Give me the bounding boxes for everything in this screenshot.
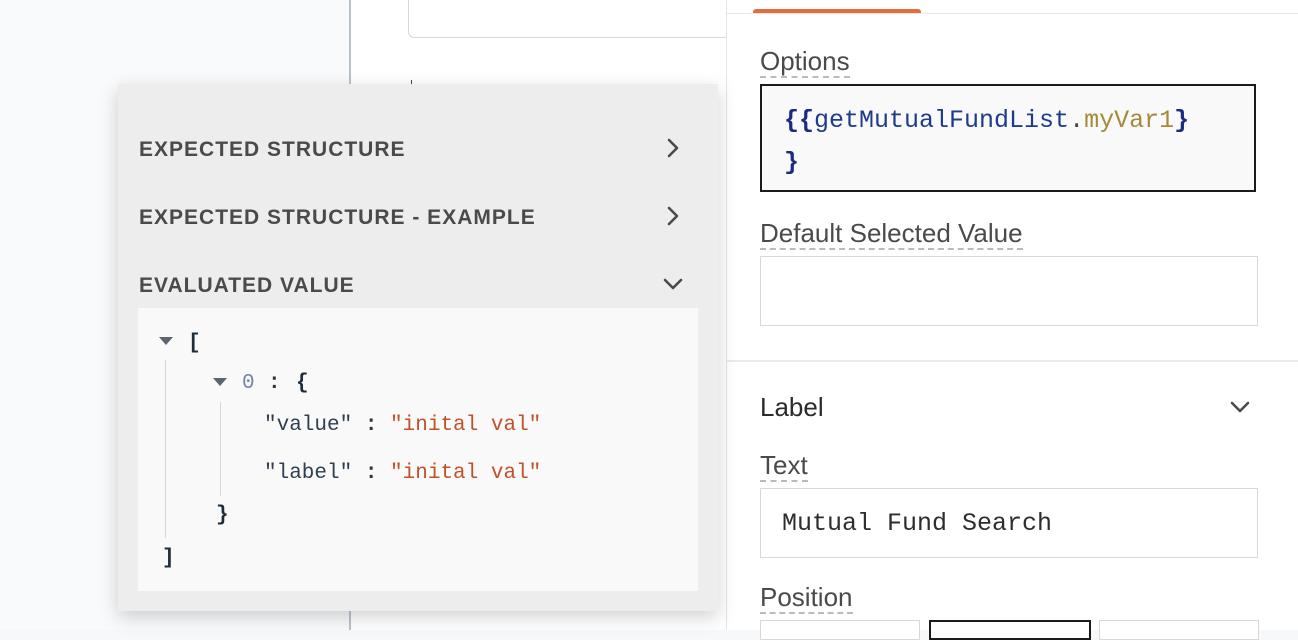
canvas-widget-box[interactable] <box>408 0 730 38</box>
options-label: Options <box>760 46 850 78</box>
code-open-brace: {{ <box>784 106 815 135</box>
chevron-right-icon <box>667 206 679 226</box>
code-property-name: myVar1 <box>1084 106 1175 135</box>
tree-guide-line <box>220 402 221 496</box>
tree-colon: : <box>364 414 378 437</box>
chevron-down-icon[interactable] <box>1227 394 1253 420</box>
tree-key: "label" <box>264 462 353 485</box>
code-close-brace-2: } <box>784 148 800 177</box>
position-label: Position <box>760 582 853 614</box>
code-close-brace: } <box>1174 106 1190 135</box>
evaluated-value-tree: [ 0 : { "value" : "inital val" "label" :… <box>138 308 698 591</box>
section-divider <box>727 360 1298 362</box>
label-section-heading[interactable]: Label <box>760 392 824 423</box>
array-item-index: 0 <box>242 372 255 395</box>
chevron-down-icon <box>663 278 683 290</box>
tree-colon: : <box>364 462 378 485</box>
options-code-line-2: } <box>784 142 1254 184</box>
array-close-bracket: ] <box>162 547 175 570</box>
tree-string-value: "inital val" <box>390 414 542 437</box>
code-dot: . <box>1069 106 1085 135</box>
position-option-selected[interactable] <box>929 620 1091 640</box>
object-open-brace: { <box>296 372 309 395</box>
array-open-bracket: [ <box>188 332 201 355</box>
accordion-expected-structure-example[interactable]: EXPECTED STRUCTURE - EXAMPLE <box>139 196 699 236</box>
tree-key: "value" <box>264 414 353 437</box>
tree-string-value: "inital val" <box>390 462 542 485</box>
default-selected-value-input[interactable] <box>760 256 1258 326</box>
tree-row-label: "label" : "inital val" <box>264 462 541 485</box>
tab-divider <box>727 13 1298 14</box>
options-code-editor[interactable]: {{getMutualFundList.myVar1} } <box>760 84 1256 192</box>
tree-guide-line <box>165 360 166 538</box>
position-option-right[interactable] <box>1099 620 1259 640</box>
accordion-evaluated-value[interactable]: EVALUATED VALUE <box>139 264 699 304</box>
code-object-name: getMutualFundList <box>814 106 1070 135</box>
tree-row-value: "value" : "inital val" <box>264 414 541 437</box>
evaluated-value-popover: EXPECTED STRUCTURE EXPECTED STRUCTURE - … <box>118 84 718 611</box>
tree-colon: : <box>268 372 281 395</box>
accordion-title: EXPECTED STRUCTURE <box>139 138 406 161</box>
chevron-right-icon <box>667 138 679 158</box>
accordion-expected-structure[interactable]: EXPECTED STRUCTURE <box>139 128 699 168</box>
property-pane: Options {{getMutualFundList.myVar1} } De… <box>727 0 1298 640</box>
position-option-left[interactable] <box>760 620 920 640</box>
collapse-caret-icon[interactable] <box>213 378 227 386</box>
accordion-title: EVALUATED VALUE <box>139 274 355 297</box>
accordion-title: EXPECTED STRUCTURE - EXAMPLE <box>139 206 536 229</box>
text-field-label: Text <box>760 450 808 482</box>
options-code-line-1: {{getMutualFundList.myVar1} <box>784 100 1254 142</box>
label-text-input[interactable]: Mutual Fund Search <box>760 488 1258 558</box>
default-selected-value-label: Default Selected Value <box>760 218 1023 250</box>
collapse-caret-icon[interactable] <box>159 337 173 345</box>
object-close-brace: } <box>216 504 229 527</box>
